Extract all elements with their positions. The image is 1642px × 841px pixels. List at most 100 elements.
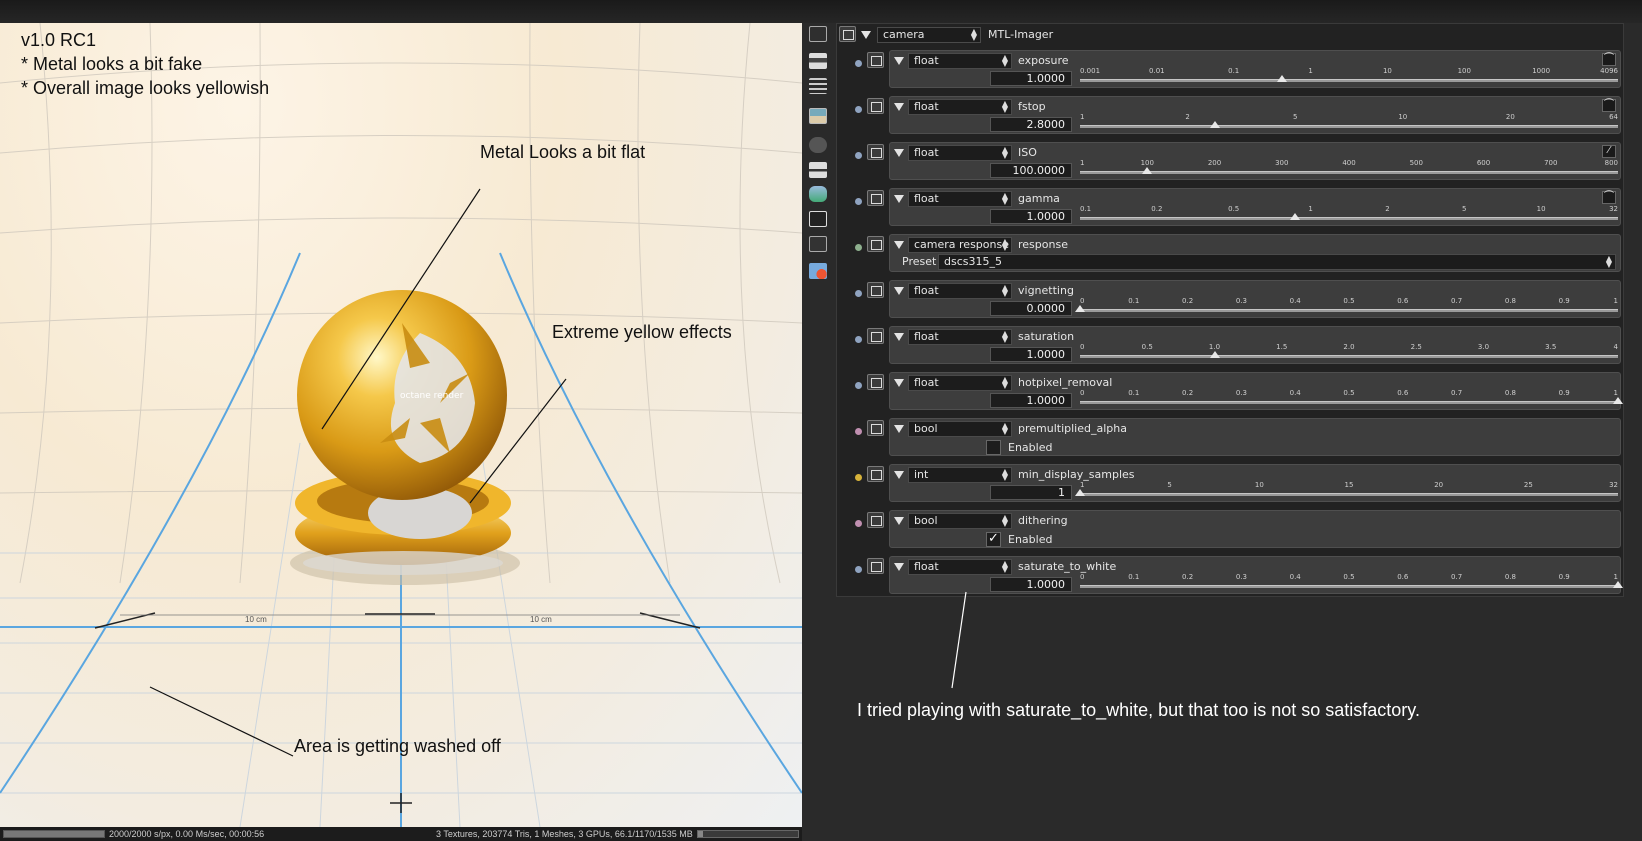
slider-thumb[interactable] <box>1075 305 1085 312</box>
param-type-select[interactable]: float ▲ ▼ <box>908 329 1012 345</box>
connection-bullet[interactable] <box>855 60 862 67</box>
param-slider[interactable]: 1 5 10 15 20 25 32 <box>1075 481 1618 500</box>
curve-mode-icon[interactable]: ⌒ <box>1602 53 1616 66</box>
expand-icon[interactable] <box>894 517 904 525</box>
environment-icon[interactable] <box>809 186 827 202</box>
node-type-icon[interactable] <box>867 420 884 436</box>
expand-icon[interactable] <box>894 471 904 479</box>
connection-bullet[interactable] <box>855 198 862 205</box>
curve-mode-icon[interactable]: ⌒ <box>1602 99 1616 112</box>
expand-icon[interactable] <box>894 149 904 157</box>
param-value-field[interactable]: 1 <box>990 485 1072 500</box>
node-type-icon[interactable] <box>867 466 884 482</box>
slider-thumb[interactable] <box>1613 581 1623 588</box>
layers-icon[interactable] <box>809 53 827 69</box>
expand-icon[interactable] <box>894 103 904 111</box>
material-icon[interactable] <box>809 263 827 279</box>
connection-bullet[interactable] <box>855 474 862 481</box>
node-type-icon[interactable] <box>867 98 884 114</box>
slider-thumb[interactable] <box>1290 213 1301 220</box>
param-value-field[interactable]: 1.0000 <box>990 577 1072 592</box>
connection-bullet[interactable] <box>855 428 862 435</box>
slider-track[interactable] <box>1080 585 1618 588</box>
param-slider[interactable]: 0 0.5 1.0 1.5 2.0 2.5 3.0 3.5 4 <box>1080 343 1618 362</box>
slider-thumb[interactable] <box>1141 167 1152 174</box>
param-slider[interactable]: 0 0.1 0.2 0.3 0.4 0.5 0.6 0.7 0.8 0.9 1 <box>1080 573 1623 592</box>
imager-icon[interactable] <box>809 211 827 227</box>
param-type-select[interactable]: float ▲ ▼ <box>908 145 1012 161</box>
connection-bullet[interactable] <box>855 244 862 251</box>
render-viewport[interactable]: 10 cm 10 cm octane render v1.0 RC1 * Met… <box>0 23 802 827</box>
param-value-field[interactable]: 1.0000 <box>990 71 1072 86</box>
param-value-field[interactable]: 2.8000 <box>990 117 1072 132</box>
param-value-field[interactable]: 1.0000 <box>990 347 1072 362</box>
expand-icon[interactable] <box>894 333 904 341</box>
connection-bullet[interactable] <box>855 382 862 389</box>
expand-icon[interactable] <box>894 195 904 203</box>
camera-icon[interactable] <box>809 137 827 153</box>
node-type-icon[interactable] <box>867 374 884 390</box>
param-slider[interactable]: 0.1 0.2 0.5 1 2 5 10 32 <box>1080 205 1618 224</box>
expand-icon[interactable] <box>894 379 904 387</box>
curve-mode-icon[interactable]: ⁄ <box>1602 145 1616 158</box>
slider-track[interactable] <box>1080 125 1618 128</box>
image-icon[interactable] <box>809 108 827 124</box>
slider-track[interactable] <box>1080 309 1618 312</box>
slider-thumb[interactable] <box>1613 397 1623 404</box>
param-slider[interactable]: 0 0.1 0.2 0.3 0.4 0.5 0.6 0.7 0.8 0.9 1 <box>1075 297 1618 316</box>
slider-track[interactable] <box>1080 493 1618 496</box>
slider-thumb[interactable] <box>1209 121 1220 128</box>
param-value-field[interactable]: 0.0000 <box>990 301 1072 316</box>
node-type-icon[interactable] <box>867 144 884 160</box>
connection-bullet[interactable] <box>855 152 862 159</box>
preset-select[interactable]: dscs315_5 ▲ ▼ <box>938 254 1616 270</box>
curve-mode-icon[interactable]: ⌒ <box>1602 191 1616 204</box>
param-type-select[interactable]: float ▲ ▼ <box>908 559 1012 575</box>
header-type-select[interactable]: camera ▲ ▼ <box>877 27 981 43</box>
list-icon[interactable] <box>809 78 827 94</box>
strip-icon[interactable] <box>809 162 827 178</box>
slider-thumb[interactable] <box>1209 351 1220 358</box>
param-type-select[interactable]: float ▲ ▼ <box>908 53 1012 69</box>
param-type-select[interactable]: float ▲ ▼ <box>908 99 1012 115</box>
param-type-select[interactable]: int ▲ ▼ <box>908 467 1012 483</box>
node-type-icon[interactable] <box>867 190 884 206</box>
slider-track[interactable] <box>1080 217 1618 220</box>
connection-bullet[interactable] <box>855 336 862 343</box>
connection-bullet[interactable] <box>855 566 862 573</box>
param-type-select[interactable]: bool ▲ ▼ <box>908 421 1012 437</box>
enabled-checkbox[interactable]: ✓ <box>986 532 1001 547</box>
slider-track[interactable] <box>1080 401 1618 404</box>
enabled-checkbox[interactable] <box>986 440 1001 455</box>
node-type-icon[interactable] <box>867 236 884 252</box>
node-type-icon[interactable] <box>867 52 884 68</box>
expand-icon[interactable] <box>894 57 904 65</box>
expand-icon[interactable] <box>894 425 904 433</box>
param-value-field[interactable]: 1.0000 <box>990 209 1072 224</box>
node-type-icon[interactable] <box>867 328 884 344</box>
slider-thumb[interactable] <box>1075 489 1085 496</box>
param-slider[interactable]: 0 0.1 0.2 0.3 0.4 0.5 0.6 0.7 0.8 0.9 1 <box>1080 389 1623 408</box>
param-type-select[interactable]: bool ▲ ▼ <box>908 513 1012 529</box>
collapse-icon[interactable] <box>861 31 871 39</box>
slider-thumb[interactable] <box>1276 75 1287 82</box>
param-slider[interactable]: 0.001 0.01 0.1 1 10 100 1000 4096 <box>1080 67 1618 86</box>
param-value-field[interactable]: 100.0000 <box>990 163 1072 178</box>
param-type-select[interactable]: float ▲ ▼ <box>908 191 1012 207</box>
render-settings-icon[interactable] <box>809 26 827 42</box>
expand-icon[interactable] <box>894 241 904 249</box>
param-type-select[interactable]: camera response ▲ ▼ <box>908 237 1012 253</box>
slider-track[interactable] <box>1080 171 1618 174</box>
node-type-icon[interactable] <box>867 512 884 528</box>
connection-bullet[interactable] <box>855 106 862 113</box>
param-type-select[interactable]: float ▲ ▼ <box>908 283 1012 299</box>
param-slider[interactable]: 1 100 200 300 400 500 600 700 800 <box>1080 159 1618 178</box>
postprocess-icon[interactable] <box>809 236 827 252</box>
connection-bullet[interactable] <box>855 290 862 297</box>
expand-icon[interactable] <box>894 563 904 571</box>
param-value-field[interactable]: 1.0000 <box>990 393 1072 408</box>
param-type-select[interactable]: float ▲ ▼ <box>908 375 1012 391</box>
expand-icon[interactable] <box>894 287 904 295</box>
node-type-icon[interactable] <box>867 282 884 298</box>
node-type-icon[interactable] <box>867 558 884 574</box>
